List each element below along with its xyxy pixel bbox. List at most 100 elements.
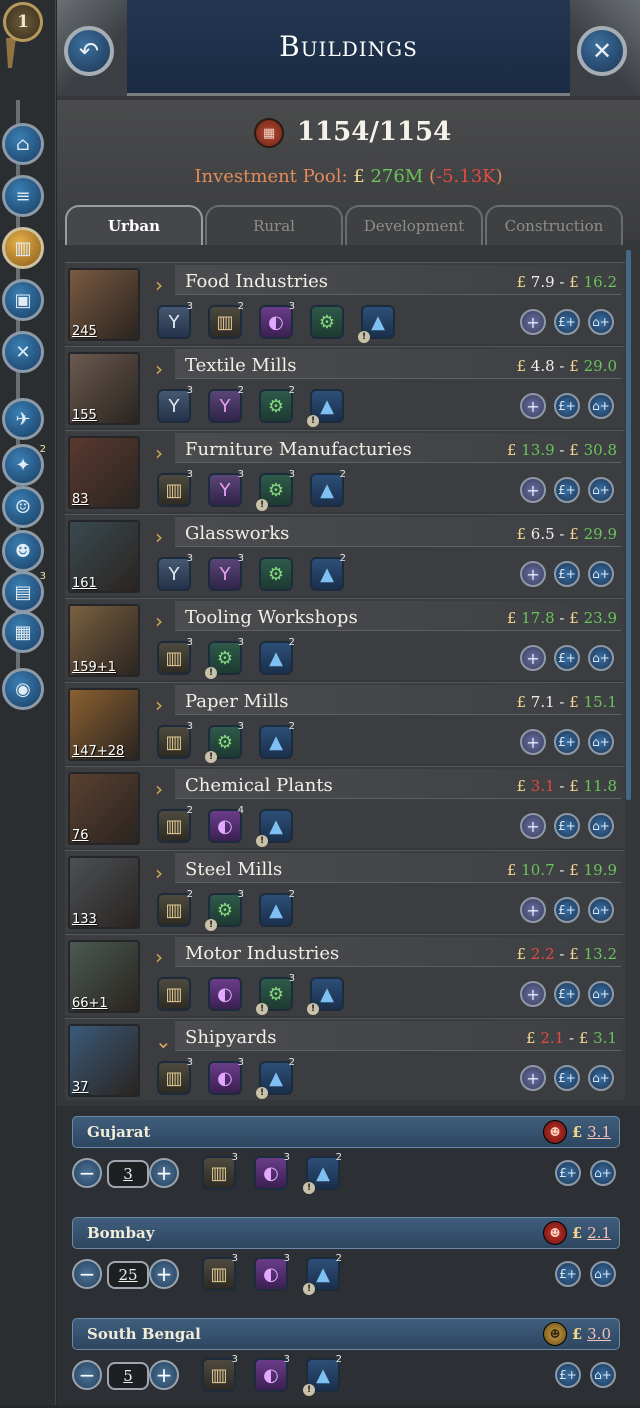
production-method-tools-icon[interactable]: Y3 xyxy=(157,385,193,423)
build-add-button[interactable]: + xyxy=(520,729,546,755)
state-header[interactable]: Gujarat ☻ £ 3.1 xyxy=(72,1116,620,1148)
chevron-right-icon[interactable]: › xyxy=(155,945,169,969)
ledger-icon[interactable]: ▦ xyxy=(2,611,44,653)
chevron-right-icon[interactable]: › xyxy=(155,441,169,465)
building-thumbnail[interactable]: 37 xyxy=(68,1024,140,1097)
building-thumbnail[interactable]: 133 xyxy=(68,856,140,929)
expand-building-icon[interactable]: ⌂+ xyxy=(588,813,614,839)
buildings-icon[interactable]: ▥ xyxy=(2,227,44,269)
building-row[interactable]: 147+28 › Paper Mills £ 7.1 - £ 15.1 ▥ 3 ⚙ 3… xyxy=(65,682,625,764)
building-thumbnail[interactable]: 159+1 xyxy=(68,604,140,677)
workshop-icon[interactable]: ▥ 3 xyxy=(157,721,193,759)
expand-building-icon[interactable]: ⌂+ xyxy=(590,1160,616,1186)
investment-pool[interactable]: Investment Pool: £ 276M (-5.13K) xyxy=(57,166,640,187)
upgrade-icon[interactable]: ▲ 2! xyxy=(303,1354,342,1396)
chevron-right-icon[interactable]: › xyxy=(155,777,169,801)
population-icon[interactable]: ☻ xyxy=(2,530,44,572)
building-row[interactable]: 133 › Steel Mills £ 10.7 - £ 19.9 ▥ 2 ⚙ 3! ▲… xyxy=(65,850,625,932)
upgrade-icon[interactable]: ▲! xyxy=(307,977,344,1015)
automation-icon[interactable]: ⚙ 3! xyxy=(205,637,244,679)
increase-button[interactable]: + xyxy=(149,1360,179,1390)
budget-icon[interactable]: ≡ xyxy=(2,175,44,217)
production-method-tools-icon[interactable]: Y3 xyxy=(157,301,193,339)
tab-construction[interactable]: Construction xyxy=(485,205,623,245)
building-thumbnail[interactable]: 155 xyxy=(68,352,140,425)
build-add-button[interactable]: + xyxy=(520,1065,546,1091)
invest-add-icon[interactable]: £+ xyxy=(554,813,580,839)
workshop-icon[interactable]: ▥ 3 xyxy=(202,1152,238,1190)
workshop-icon[interactable]: ▥ xyxy=(157,977,191,1011)
building-thumbnail[interactable]: 76 xyxy=(68,772,140,845)
invest-add-icon[interactable]: £+ xyxy=(554,981,580,1007)
invest-add-icon[interactable]: £+ xyxy=(554,309,580,335)
government-icon[interactable]: ⌂ xyxy=(2,123,44,165)
automation-icon[interactable]: ⚙ 3! xyxy=(256,973,295,1015)
building-row[interactable]: 161 › Glassworks £ 6.5 - £ 29.9 Y 3 Y 3 ⚙ ▲ 2 … xyxy=(65,514,625,596)
invest-add-icon[interactable]: £+ xyxy=(554,1065,580,1091)
automation-icon[interactable]: ⚙ 3! xyxy=(256,469,295,511)
invest-add-icon[interactable]: £+ xyxy=(554,393,580,419)
upgrade-icon[interactable]: ▲ 2! xyxy=(303,1253,342,1295)
building-thumbnail[interactable]: 83 xyxy=(68,436,140,509)
chevron-right-icon[interactable]: › xyxy=(155,861,169,885)
invest-add-icon[interactable]: £+ xyxy=(555,1160,581,1186)
invest-add-icon[interactable]: £+ xyxy=(554,729,580,755)
chemistry-icon[interactable]: ◐ xyxy=(208,977,242,1011)
automation-icon[interactable]: ⚙ 3! xyxy=(205,889,244,931)
building-row[interactable]: 37 ⌄ Shipyards £ 2.1 - £ 3.1 ▥ 3 ◐ 3 ▲ 2! + £… xyxy=(65,1018,625,1100)
chemistry-icon[interactable]: ◐ 3 xyxy=(254,1152,290,1190)
upgrade-icon[interactable]: ▲ 2! xyxy=(303,1152,342,1194)
upgrade-icon[interactable]: ▲! xyxy=(358,305,395,343)
workshop-icon[interactable]: ▥ 2 xyxy=(157,805,193,843)
chevron-right-icon[interactable]: › xyxy=(155,525,169,549)
upgrade-icon[interactable]: ▲ 2 xyxy=(259,721,295,759)
building-thumbnail[interactable]: 147+28 xyxy=(68,688,140,761)
automation-icon[interactable]: ⚙ 3! xyxy=(205,721,244,763)
upgrade-icon[interactable]: ▲ 2 xyxy=(259,637,295,675)
workshop-icon[interactable]: ▥ 3 xyxy=(157,637,193,675)
military-icon[interactable]: ✕ xyxy=(2,331,44,373)
expand-building-icon[interactable]: ⌂+ xyxy=(588,477,614,503)
tab-urban[interactable]: Urban xyxy=(65,205,203,245)
invest-add-icon[interactable]: £+ xyxy=(554,561,580,587)
workshop-icon[interactable]: ▥ 3 xyxy=(202,1253,238,1291)
expand-building-icon[interactable]: ⌂+ xyxy=(588,393,614,419)
building-thumbnail[interactable]: 161 xyxy=(68,520,140,593)
upgrade-icon[interactable]: ▲! xyxy=(307,389,344,427)
workshop-icon[interactable]: ▥ 2 xyxy=(157,889,193,927)
automation-icon[interactable]: ⚙ xyxy=(310,305,344,339)
tab-rural[interactable]: Rural xyxy=(205,205,343,245)
build-add-button[interactable]: + xyxy=(520,393,546,419)
invest-add-icon[interactable]: £+ xyxy=(555,1261,581,1287)
production-method-alt-icon[interactable]: Y3 xyxy=(208,553,244,591)
decrease-button[interactable]: − xyxy=(72,1259,102,1289)
upgrade-icon[interactable]: ▲ 2 xyxy=(310,553,346,591)
journal-icon[interactable]: ▤ 3 xyxy=(2,571,46,613)
expand-building-icon[interactable]: ⌂+ xyxy=(588,645,614,671)
technology-icon[interactable]: ✦ 2 xyxy=(2,444,46,486)
increase-button[interactable]: + xyxy=(149,1259,179,1289)
building-thumbnail[interactable]: 245 xyxy=(68,268,140,341)
upgrade-icon[interactable]: ▲ 2 xyxy=(259,889,295,927)
market-icon[interactable]: ▣ xyxy=(2,279,44,321)
expand-building-icon[interactable]: ⌂+ xyxy=(588,897,614,923)
chevron-right-icon[interactable]: › xyxy=(155,693,169,717)
expand-building-icon[interactable]: ⌂+ xyxy=(588,561,614,587)
list-scrollbar[interactable] xyxy=(626,250,631,800)
build-add-button[interactable]: + xyxy=(520,897,546,923)
chevron-down-icon[interactable]: ⌄ xyxy=(155,1029,172,1053)
building-row[interactable]: 76 › Chemical Plants £ 3.1 - £ 11.8 ▥ 2 ◐ 4… xyxy=(65,766,625,848)
invest-add-icon[interactable]: £+ xyxy=(554,645,580,671)
close-icon[interactable]: ✕ xyxy=(577,26,627,76)
chevron-right-icon[interactable]: › xyxy=(155,357,169,381)
build-add-button[interactable]: + xyxy=(520,645,546,671)
chevron-right-icon[interactable]: › xyxy=(155,273,169,297)
workshop-icon[interactable]: ▥ 2 xyxy=(208,301,244,339)
map-icon[interactable]: ◉ xyxy=(2,668,44,710)
production-method-alt-icon[interactable]: Y2 xyxy=(208,385,244,423)
expand-building-icon[interactable]: ⌂+ xyxy=(588,729,614,755)
invest-add-icon[interactable]: £+ xyxy=(555,1362,581,1388)
chevron-right-icon[interactable]: › xyxy=(155,609,169,633)
chemistry-icon[interactable]: ◐ 3 xyxy=(254,1354,290,1392)
building-row[interactable]: 155 › Textile Mills £ 4.8 - £ 29.0 Y 3 Y 2 ⚙… xyxy=(65,346,625,428)
